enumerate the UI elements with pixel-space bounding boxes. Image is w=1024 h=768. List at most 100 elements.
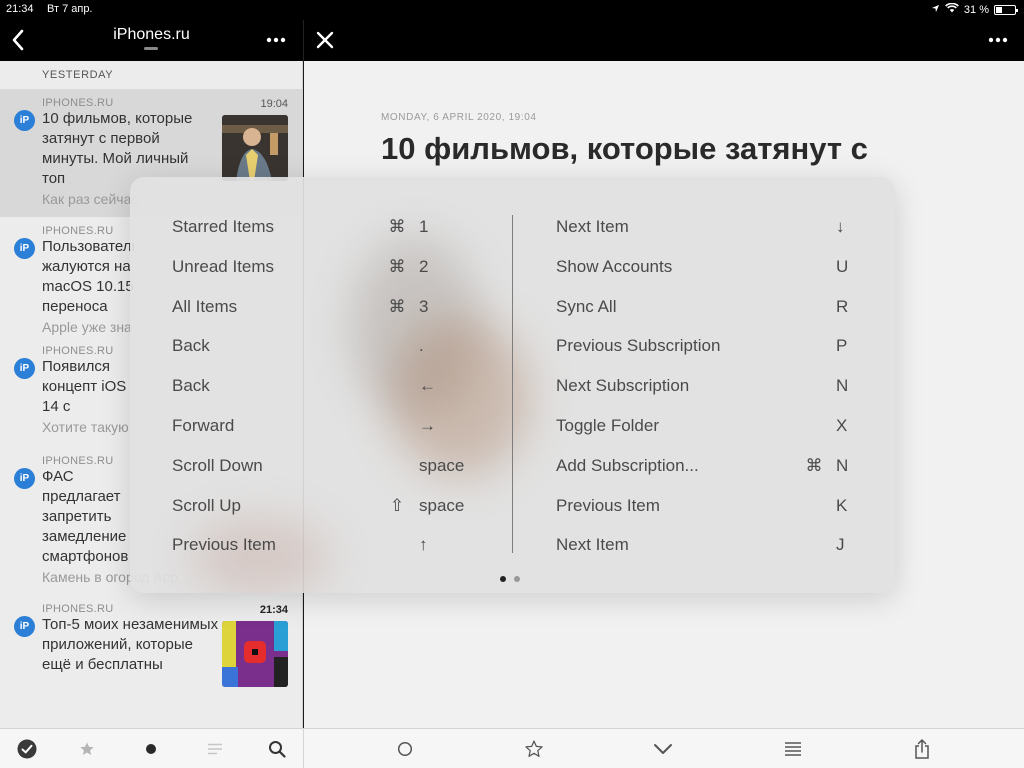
- section-header: YESTERDAY: [42, 69, 114, 81]
- shortcut-label: Previous Subscription: [556, 336, 721, 356]
- shortcut-row: Sync All R: [556, 294, 856, 334]
- shortcut-column-right: Next Item ↓ Show Accounts U Sync All R Previou…: [556, 214, 856, 572]
- article-title: Пользователи жалуются на macOS 10.15 пер…: [42, 238, 134, 315]
- star-icon[interactable]: [76, 738, 98, 760]
- star-outline-icon[interactable]: [523, 738, 545, 760]
- shortcut-row: Add Subscription... ⌘ N: [556, 453, 856, 493]
- page-dot[interactable]: [500, 576, 506, 582]
- list-icon[interactable]: [204, 738, 226, 760]
- shortcut-label: All Items: [172, 296, 238, 316]
- article-excerpt: Apple уже знает: [42, 319, 132, 335]
- column-separator: [512, 215, 513, 553]
- more-icon[interactable]: [988, 30, 1008, 48]
- article-time: 19:04: [260, 98, 288, 110]
- shortcut-row: Previous Subscription P: [556, 333, 856, 373]
- more-icon[interactable]: [266, 30, 286, 48]
- bottom-toolbar: [0, 728, 1024, 768]
- shortcut-key: 2: [419, 256, 429, 276]
- shortcut-modifier: ⇧: [389, 495, 405, 515]
- shortcut-key: ↓: [836, 217, 845, 236]
- feed-icon: iP: [14, 238, 35, 259]
- shortcut-row: Next Item ↓: [556, 214, 856, 254]
- keyboard-shortcuts-overlay: Starred Items ⌘ 1 Unread Items ⌘ 2 All Items ⌘ 3…: [130, 177, 895, 593]
- shortcut-label: Forward: [172, 415, 235, 435]
- shortcut-key: J: [836, 535, 845, 555]
- shortcut-modifier: ⌘: [388, 217, 406, 236]
- share-icon[interactable]: [911, 738, 933, 760]
- battery-icon: [994, 4, 1018, 15]
- shortcut-label: Unread Items: [172, 256, 275, 276]
- shortcut-modifier: ⌘: [388, 256, 406, 276]
- shortcut-label: Previous Item: [556, 495, 660, 515]
- dot-icon[interactable]: [140, 738, 162, 760]
- detail-nav-bar: [303, 20, 1024, 61]
- shortcut-key: .: [419, 336, 424, 356]
- shortcut-row: Unread Items ⌘ 2: [172, 254, 472, 294]
- shortcut-key: space: [419, 455, 465, 475]
- article-heading: 10 фильмов, которые затянут с: [381, 131, 868, 166]
- circle-icon[interactable]: [394, 738, 416, 760]
- shortcut-key: U: [836, 256, 849, 276]
- page-dot[interactable]: [514, 576, 520, 582]
- article-thumbnail: [222, 115, 288, 181]
- status-bar: 21:34 Вт 7 апр. 31 %: [0, 0, 1024, 20]
- shortcut-key: space: [419, 495, 465, 515]
- article-source: IPHONES.RU: [42, 603, 114, 615]
- shortcut-label: Sync All: [556, 296, 617, 316]
- feed-icon: iP: [14, 358, 35, 379]
- feed-icon: iP: [14, 616, 35, 637]
- close-icon[interactable]: [314, 26, 336, 54]
- shortcut-row: Scroll Up ⇧ space: [172, 493, 472, 533]
- sidebar-title[interactable]: iPhones.ru: [0, 26, 303, 44]
- shortcut-label: Add Subscription...: [556, 455, 699, 475]
- shortcut-row: Starred Items ⌘ 1: [172, 214, 472, 254]
- shortcut-modifier: ⌘: [388, 296, 406, 316]
- article-thumbnail: [222, 621, 288, 687]
- shortcut-label: Starred Items: [172, 217, 275, 236]
- title-indicator: [144, 47, 158, 50]
- shortcut-label: Next Item: [556, 535, 629, 555]
- status-time: 21:34: [6, 3, 34, 15]
- shortcut-key: 3: [419, 296, 429, 316]
- shortcut-key: 1: [419, 217, 429, 236]
- shortcut-row: Next Subscription N: [556, 373, 856, 413]
- article-source: IPHONES.RU: [42, 97, 114, 109]
- chevron-down-icon[interactable]: [652, 738, 674, 760]
- feed-icon: iP: [14, 468, 35, 489]
- shortcut-key: N: [836, 455, 849, 475]
- article-title: Появился концепт iOS 14 с виджетами на г…: [42, 358, 127, 415]
- shortcut-key: N: [836, 376, 849, 396]
- shortcut-row: Back ←: [172, 373, 472, 413]
- shortcut-row: Back.: [172, 333, 472, 373]
- search-icon[interactable]: [266, 738, 288, 760]
- shortcut-row: All Items ⌘ 3: [172, 294, 472, 334]
- shortcut-label: Scroll Up: [172, 495, 241, 515]
- shortcut-key: R: [836, 296, 849, 316]
- page-indicator[interactable]: [500, 576, 520, 582]
- shortcut-label: Next Item: [556, 217, 629, 236]
- shortcut-label: Scroll Down: [172, 455, 263, 475]
- shortcut-modifier: ⌘: [805, 455, 823, 475]
- location-icon: [931, 4, 940, 16]
- shortcut-row: Next Item J: [556, 532, 856, 572]
- battery-percent: 31 %: [963, 3, 989, 16]
- shortcut-label: Previous Item: [172, 535, 276, 555]
- toolbar-divider: [303, 729, 304, 768]
- shortcut-column-left: Starred Items ⌘ 1 Unread Items ⌘ 2 All Items ⌘ 3…: [172, 214, 472, 572]
- article-date: MONDAY, 6 APRIL 2020, 19:04: [381, 112, 537, 123]
- status-right: 31 %: [931, 2, 1018, 16]
- status-date: Вт 7 апр.: [47, 3, 93, 15]
- shortcut-row: Scroll Down space: [172, 453, 472, 493]
- shortcut-key: ↑: [419, 535, 428, 555]
- checkmark-circle-icon[interactable]: [16, 738, 38, 760]
- shortcut-row: Forward →: [172, 413, 472, 453]
- sidebar-nav-bar: iPhones.ru: [0, 20, 303, 61]
- article-time: 21:34: [259, 604, 288, 616]
- list-item[interactable]: IPHONES.RU 21:34 iP Топ-5 моих незаменим…: [0, 595, 302, 725]
- article-title: ФАС предлагает запретить замедление смар…: [42, 468, 129, 565]
- text-lines-icon[interactable]: [782, 738, 804, 760]
- shortcut-label: Back: [172, 336, 210, 356]
- shortcut-key: K: [836, 495, 848, 515]
- shortcut-row: Show Accounts U: [556, 254, 856, 294]
- article-title: Топ-5 моих незаменимых приложений, котор…: [42, 616, 219, 673]
